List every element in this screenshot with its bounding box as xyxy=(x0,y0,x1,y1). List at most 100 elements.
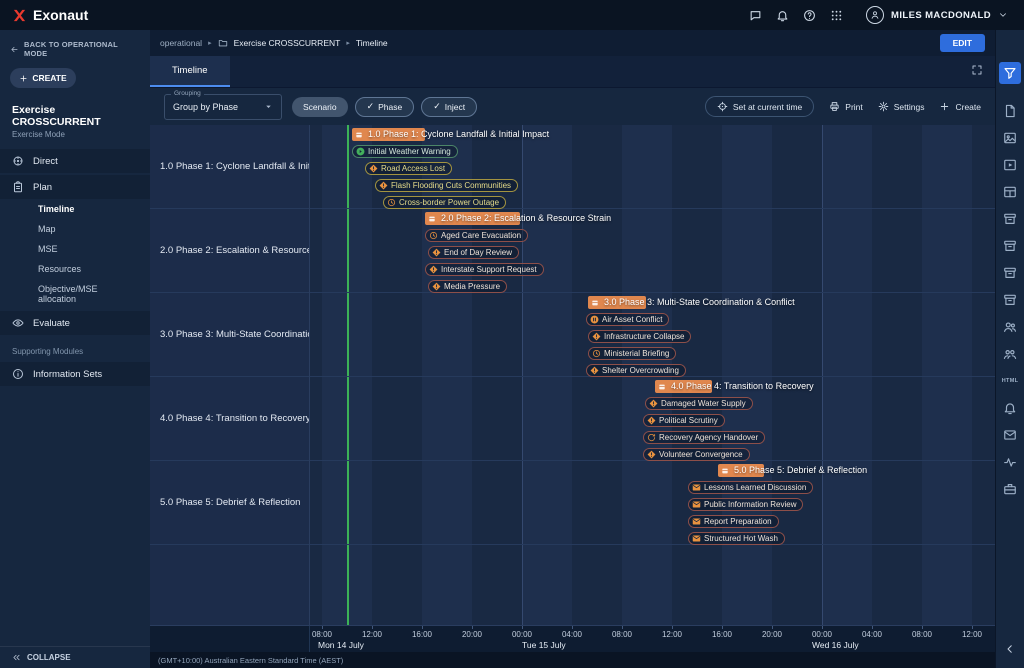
breadcrumb: operational ▸ Exercise CROSSCURRENT ▸ Ti… xyxy=(150,30,995,56)
check-icon: ✓ xyxy=(433,102,441,111)
panel-video-icon[interactable] xyxy=(997,152,1023,178)
app-logo-text: Exonaut xyxy=(33,7,88,23)
breadcrumb-page[interactable]: Timeline xyxy=(356,38,388,48)
inject-political-scrutiny[interactable]: Political Scrutiny xyxy=(643,414,725,427)
gantt-row-3: 3.0 Phase 3: Multi-State Coordination & … xyxy=(310,293,995,377)
sidebar-item-resources[interactable]: Resources xyxy=(0,259,150,279)
sidebar-item-timeline[interactable]: Timeline xyxy=(0,199,150,219)
clock-icon xyxy=(387,198,396,207)
mail-icon[interactable] xyxy=(997,422,1023,448)
inject-lessons-learned-discussion[interactable]: Lessons Learned Discussion xyxy=(688,481,813,494)
breadcrumb-root[interactable]: operational xyxy=(160,38,202,48)
back-to-operational-button[interactable]: BACK TO OPERATIONAL MODE xyxy=(0,30,150,64)
sidebar-item-plan[interactable]: Plan xyxy=(0,175,150,199)
inject-end-of-day-review[interactable]: End of Day Review xyxy=(428,246,519,259)
axis-tick xyxy=(722,626,723,629)
axis-tick-label: 12:00 xyxy=(962,630,982,639)
sidebar-item-evaluate[interactable]: Evaluate xyxy=(0,311,150,335)
activity-icon[interactable] xyxy=(997,449,1023,475)
bell-icon[interactable] xyxy=(997,395,1023,421)
inject-air-asset-conflict[interactable]: Air Asset Conflict xyxy=(586,313,669,326)
panel-grid-icon[interactable] xyxy=(997,179,1023,205)
status-orange-icon xyxy=(590,315,599,324)
sidebar-item-direct[interactable]: Direct xyxy=(0,149,150,173)
sidebar-nav: DirectPlanTimelineMapMSEResourcesObjecti… xyxy=(0,147,150,386)
create-button[interactable]: CREATE xyxy=(10,68,76,88)
person-icon xyxy=(870,10,880,20)
axis-tick xyxy=(972,626,973,629)
filter-icon[interactable] xyxy=(999,62,1021,84)
top-bar: Exonaut MILES MACDONALD xyxy=(0,0,1024,30)
inject-recovery-agency-handover[interactable]: Recovery Agency Handover xyxy=(643,431,765,444)
panel-image-icon[interactable] xyxy=(997,125,1023,151)
tab-timeline[interactable]: Timeline xyxy=(150,56,230,87)
inject-volunteer-convergence[interactable]: Volunteer Convergence xyxy=(643,448,750,461)
timeline-chart[interactable]: 1.0 Phase 1: Cyclone Landfall & Initial … xyxy=(310,125,995,625)
inject-cross-border-power-outage[interactable]: Cross-border Power Outage xyxy=(383,196,506,209)
bell-icon[interactable] xyxy=(769,2,796,29)
edit-button[interactable]: EDIT xyxy=(940,34,985,52)
sidebar-item-objective-mse-allocation[interactable]: Objective/MSE allocation xyxy=(0,279,150,309)
inject-shelter-overcrowding[interactable]: Shelter Overcrowding xyxy=(586,364,686,377)
user-group-icon[interactable] xyxy=(997,341,1023,367)
filter-chip-scenario[interactable]: Scenario xyxy=(292,97,348,117)
chevron-left-icon xyxy=(1004,643,1016,655)
html-icon[interactable]: HTML xyxy=(997,368,1023,394)
phase-row-label-1: 1.0 Phase 1: Cyclone Landfall & Initia..… xyxy=(150,125,309,209)
inject-aged-care-evacuation[interactable]: Aged Care Evacuation xyxy=(425,229,528,242)
archive-icon[interactable] xyxy=(997,260,1023,286)
inject-damaged-water-supply[interactable]: Damaged Water Supply xyxy=(645,397,753,410)
document-icon[interactable] xyxy=(997,98,1023,124)
main-content: operational ▸ Exercise CROSSCURRENT ▸ Ti… xyxy=(150,30,995,668)
target-icon xyxy=(717,101,728,112)
inject-interstate-support-request[interactable]: Interstate Support Request xyxy=(425,263,544,276)
apps-icon[interactable] xyxy=(823,2,850,29)
set-at-current-time-button[interactable]: Set at current time xyxy=(705,96,814,117)
archive-icon[interactable] xyxy=(997,206,1023,232)
users-icon[interactable] xyxy=(997,314,1023,340)
archive-icon[interactable] xyxy=(997,287,1023,313)
fullscreen-icon[interactable] xyxy=(971,64,983,79)
phase-box-icon xyxy=(721,467,729,475)
app-logo: Exonaut xyxy=(12,7,88,23)
sidebar-item-information-sets[interactable]: Information Sets xyxy=(0,362,150,386)
arrow-left-icon xyxy=(10,45,19,54)
grouping-select[interactable]: Grouping Group by Phase xyxy=(164,94,282,120)
help-icon[interactable] xyxy=(796,2,823,29)
inject-public-information-review[interactable]: Public Information Review xyxy=(688,498,803,511)
sidebar-item-map[interactable]: Map xyxy=(0,219,150,239)
axis-tick xyxy=(622,626,623,629)
alert-icon xyxy=(432,248,441,257)
archive-icon[interactable] xyxy=(997,233,1023,259)
phase-box-icon xyxy=(591,299,599,307)
folder-icon xyxy=(218,38,228,48)
axis-tick xyxy=(922,626,923,629)
collapse-right-rail-button[interactable] xyxy=(1004,643,1016,658)
inject-structured-hot-wash[interactable]: Structured Hot Wash xyxy=(688,532,785,545)
filter-chip-inject[interactable]: ✓Inject xyxy=(421,97,477,117)
inject-flash-flooding-cuts-communities[interactable]: Flash Flooding Cuts Communities xyxy=(375,179,518,192)
sidebar-item-mse[interactable]: MSE xyxy=(0,239,150,259)
briefcase-icon[interactable] xyxy=(997,476,1023,502)
inject-initial-weather-warning[interactable]: Initial Weather Warning xyxy=(352,145,458,158)
mail-filled-icon xyxy=(692,517,701,526)
phase-box-icon xyxy=(428,215,436,223)
axis-day-label: Wed 16 July xyxy=(812,640,859,650)
settings-button[interactable]: Settings xyxy=(878,101,925,112)
axis-tick-label: 08:00 xyxy=(912,630,932,639)
print-button[interactable]: Print xyxy=(829,101,862,112)
collapse-sidebar-button[interactable]: COLLAPSE xyxy=(0,646,150,668)
breadcrumb-separator: ▸ xyxy=(208,39,212,47)
evaluate-icon xyxy=(12,317,24,329)
inject-media-pressure[interactable]: Media Pressure xyxy=(428,280,507,293)
inject-infrastructure-collapse[interactable]: Infrastructure Collapse xyxy=(588,330,691,343)
inject-ministerial-briefing[interactable]: Ministerial Briefing xyxy=(588,347,676,360)
create-button[interactable]: Create xyxy=(939,101,981,112)
inject-road-access-lost[interactable]: Road Access Lost xyxy=(365,162,452,175)
inject-report-preparation[interactable]: Report Preparation xyxy=(688,515,779,528)
filter-chip-phase[interactable]: ✓Phase xyxy=(355,97,415,117)
user-menu[interactable]: MILES MACDONALD xyxy=(862,3,1012,27)
breadcrumb-exercise[interactable]: Exercise CROSSCURRENT xyxy=(234,38,341,48)
axis-tick xyxy=(872,626,873,629)
chat-icon[interactable] xyxy=(742,2,769,29)
